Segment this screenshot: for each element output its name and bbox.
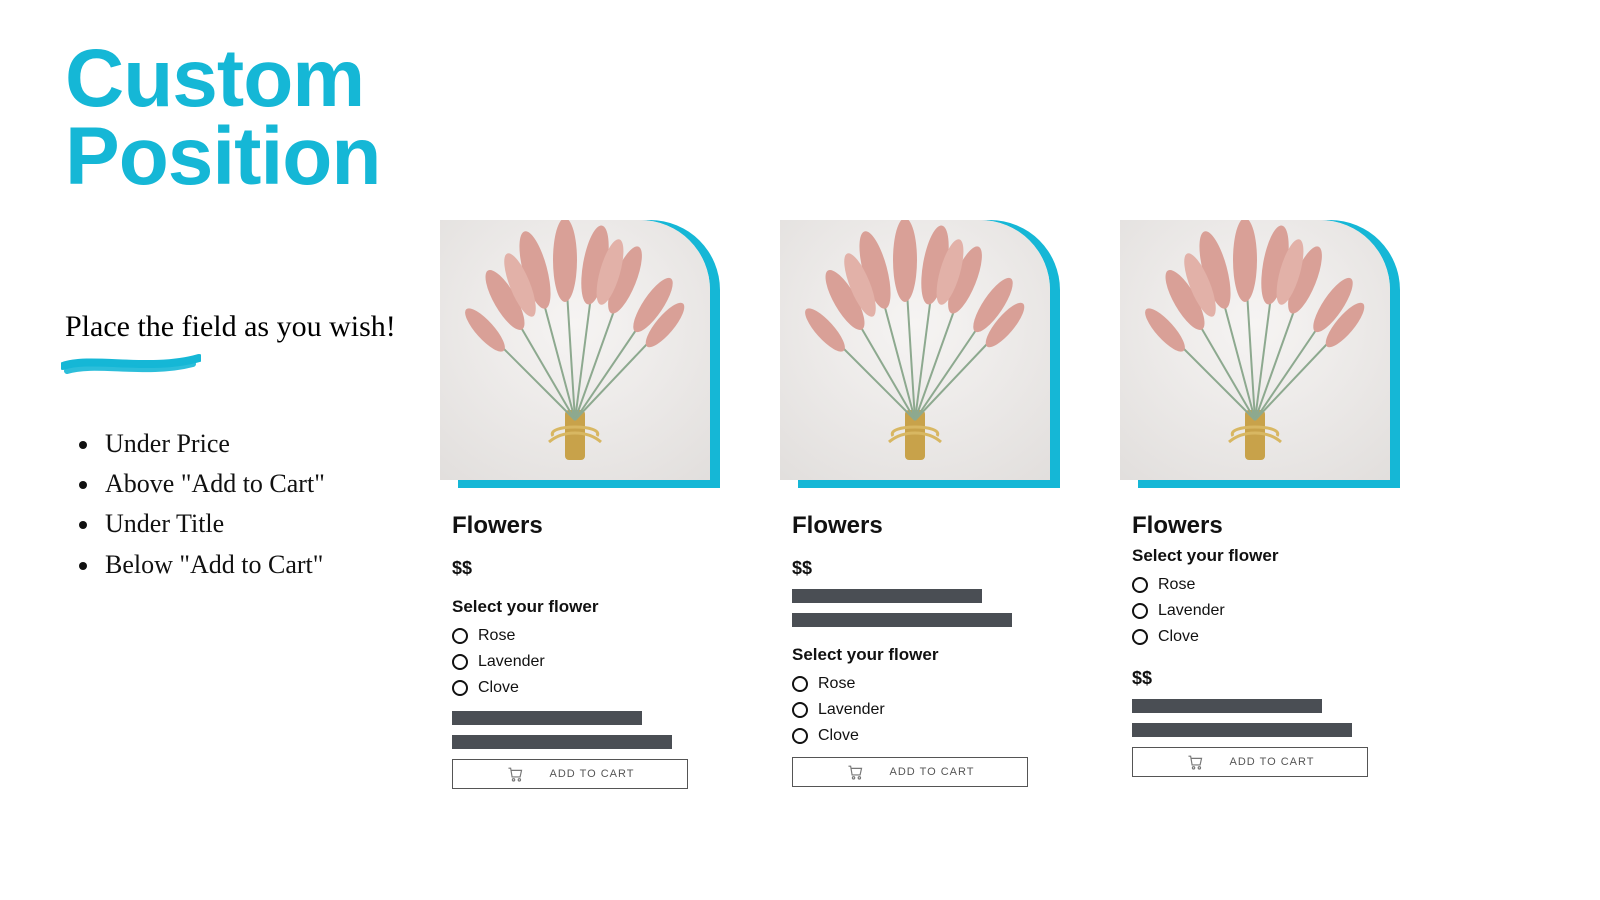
radio-icon (452, 680, 468, 696)
product-thumbnail (1120, 220, 1400, 488)
placeholder-bar (1132, 699, 1322, 713)
radio-icon (1132, 629, 1148, 645)
variant-radio-rose[interactable]: Rose (1132, 572, 1410, 598)
radio-label: Clove (1158, 628, 1199, 646)
product-price: $$ (452, 558, 730, 579)
product-title: Flowers (452, 512, 730, 540)
variant-select-label: Select your flower (1132, 546, 1410, 566)
list-item: Below "Add to Cart" (101, 545, 425, 585)
variant-radio-rose[interactable]: Rose (452, 623, 730, 649)
radio-icon (452, 628, 468, 644)
placeholder-bar (1132, 723, 1352, 737)
product-price: $$ (1132, 668, 1410, 689)
placeholder-bars (792, 589, 1070, 627)
list-item: Above "Add to Cart" (101, 464, 425, 504)
product-thumbnail (780, 220, 1060, 488)
radio-label: Rose (478, 627, 515, 645)
cart-icon (1186, 754, 1204, 770)
product-title: Flowers (1132, 512, 1410, 540)
product-card-under-price: Flowers $$ Select your flower Rose Laven… (440, 220, 730, 789)
variant-radio-rose[interactable]: Rose (792, 671, 1070, 697)
cart-icon (846, 764, 864, 780)
placeholder-bar (452, 735, 672, 749)
variant-radio-lavender[interactable]: Lavender (792, 697, 1070, 723)
radio-icon (1132, 577, 1148, 593)
radio-icon (452, 654, 468, 670)
variant-radio-lavender[interactable]: Lavender (1132, 598, 1410, 624)
add-to-cart-button[interactable]: ADD TO CART (792, 757, 1028, 787)
tagline: Place the field as you wish! (65, 306, 425, 348)
product-thumbnail (440, 220, 720, 488)
variant-radio-group[interactable]: Rose Lavender Clove (792, 671, 1070, 749)
product-cards-row: Flowers $$ Select your flower Rose Laven… (440, 220, 1410, 789)
placeholder-bars (452, 711, 730, 749)
add-to-cart-label: ADD TO CART (890, 766, 975, 778)
radio-icon (1132, 603, 1148, 619)
radio-label: Lavender (1158, 602, 1225, 620)
radio-icon (792, 702, 808, 718)
variant-radio-group[interactable]: Rose Lavender Clove (452, 623, 730, 701)
radio-label: Clove (478, 679, 519, 697)
list-item: Under Price (101, 424, 425, 464)
placeholder-bar (792, 589, 982, 603)
add-to-cart-label: ADD TO CART (1230, 756, 1315, 768)
product-title: Flowers (792, 512, 1070, 540)
radio-icon (792, 676, 808, 692)
page-headline: Custom Position (65, 40, 425, 196)
placeholder-bar (452, 711, 642, 725)
add-to-cart-label: ADD TO CART (550, 768, 635, 780)
position-options-list: Under Price Above "Add to Cart" Under Ti… (65, 424, 425, 585)
add-to-cart-button[interactable]: ADD TO CART (452, 759, 688, 789)
list-item: Under Title (101, 504, 425, 544)
add-to-cart-button[interactable]: ADD TO CART (1132, 747, 1368, 777)
cart-icon (506, 766, 524, 782)
placeholder-bar (792, 613, 1012, 627)
product-card-above-add-to-cart: Flowers $$ Select your flower Rose Laven… (780, 220, 1070, 789)
product-card-under-title: Flowers Select your flower Rose Lavender… (1120, 220, 1410, 789)
radio-label: Rose (1158, 576, 1195, 594)
variant-radio-group[interactable]: Rose Lavender Clove (1132, 572, 1410, 650)
variant-radio-lavender[interactable]: Lavender (452, 649, 730, 675)
brush-underline (61, 352, 425, 374)
variant-radio-clove[interactable]: Clove (1132, 624, 1410, 650)
variant-radio-clove[interactable]: Clove (792, 723, 1070, 749)
product-price: $$ (792, 558, 1070, 579)
placeholder-bars (1132, 699, 1410, 737)
radio-label: Clove (818, 727, 859, 745)
variant-select-label: Select your flower (792, 645, 1070, 665)
radio-label: Lavender (818, 701, 885, 719)
radio-label: Lavender (478, 653, 545, 671)
variant-select-label: Select your flower (452, 597, 730, 617)
radio-icon (792, 728, 808, 744)
radio-label: Rose (818, 675, 855, 693)
headline-line-2: Position (65, 111, 380, 202)
variant-radio-clove[interactable]: Clove (452, 675, 730, 701)
